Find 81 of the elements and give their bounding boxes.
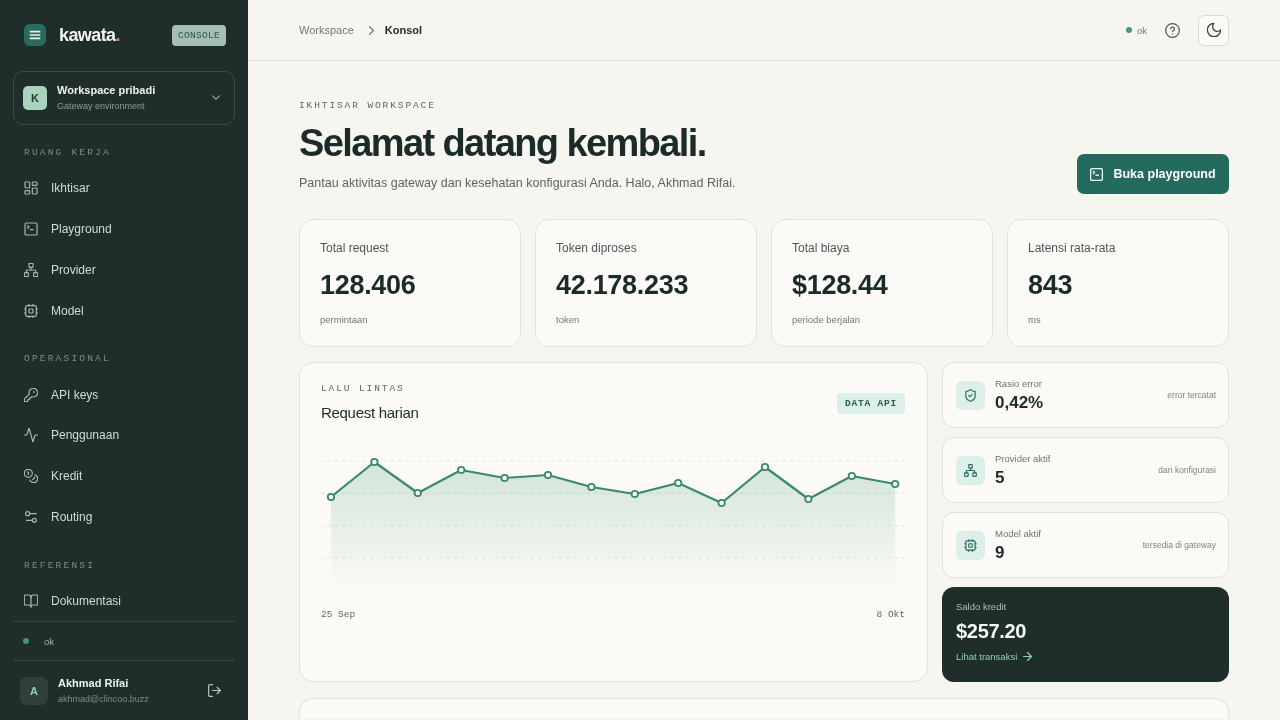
nav-item[interactable]: Model — [13, 290, 235, 332]
nav-item[interactable]: API keys — [13, 374, 235, 415]
stat-value: 128.406 — [320, 269, 416, 301]
theme-toggle-button[interactable] — [1198, 14, 1229, 46]
data-source-badge: DATA API — [837, 393, 905, 414]
nav-item[interactable]: Penggunaan — [13, 415, 235, 456]
workspace-subtitle: Gateway environment — [57, 101, 146, 112]
stat-unit: ms — [1028, 314, 1041, 325]
nav-section-label: OPERASIONAL — [23, 353, 112, 366]
user-name: Akhmad Rifai — [58, 677, 130, 690]
section-eyebrow: IKHTISAR WORKSPACE — [299, 99, 437, 113]
page-title: Selamat datang kembali. — [299, 121, 707, 165]
user-email: akhmad@clincoo.buzz — [58, 694, 149, 705]
nav-section-label: RUANG KERJA — [23, 146, 112, 159]
workspace-avatar: K — [23, 85, 47, 110]
terminal-icon — [24, 222, 38, 237]
brand-logo: kawata. — [59, 24, 120, 46]
user-avatar: A — [20, 676, 48, 705]
stat-unit: periode berjalan — [792, 314, 861, 325]
stat-label: Total request — [320, 240, 389, 256]
shield-check-icon — [956, 380, 985, 410]
page-subtitle: Pantau aktivitas gateway dan kesehatan konfigurasi Anda. Halo, Akhmad Rifai. — [299, 175, 736, 191]
nav-section-label: REFERENSI — [23, 559, 97, 572]
network-icon — [956, 455, 985, 485]
metric-note: tersedia di gateway — [1142, 540, 1216, 550]
network-icon — [24, 262, 38, 277]
status-dot-icon — [23, 638, 29, 645]
terminal-icon — [1090, 167, 1104, 181]
breadcrumb-link[interactable]: Konsol — [384, 24, 423, 36]
metric-label: Model aktif — [995, 527, 1041, 539]
arrow-right-icon — [1023, 652, 1033, 661]
nav-item[interactable]: Ikhtisar — [13, 167, 235, 209]
menu-icon[interactable] — [24, 24, 46, 46]
chip-icon — [24, 303, 38, 318]
stat-label: Latensi rata-rata — [1028, 240, 1116, 256]
stat-label: Total biaya — [792, 240, 850, 256]
coins-icon — [24, 469, 38, 484]
metric-label: Rasio error — [995, 377, 1043, 389]
stat-unit: permintaan — [320, 314, 368, 325]
axis-label: 25 Sep — [321, 609, 356, 620]
credit-label: Saldo kredit — [956, 601, 1007, 612]
help-icon[interactable] — [1165, 22, 1180, 38]
axis-label: 8 Okt — [876, 609, 905, 620]
metric-value: 0,42% — [995, 392, 1044, 413]
nav-item[interactable]: Routing — [13, 496, 235, 538]
metric-note: error tercatat — [1167, 390, 1216, 400]
stat-unit: token — [556, 314, 580, 325]
card-eyebrow: LALU LINTAS — [321, 383, 406, 395]
nav-item[interactable]: Playground — [13, 208, 235, 250]
transactions-link[interactable]: Lihat transaksi — [956, 651, 1033, 662]
status-dot-icon — [1125, 27, 1132, 33]
logout-icon[interactable] — [208, 684, 221, 698]
stat-value: 42.178.233 — [556, 269, 689, 301]
card-title: Request harian — [321, 404, 419, 421]
grid-icon — [24, 181, 38, 196]
chevron-right-icon — [368, 25, 374, 35]
chevron-down-icon — [212, 95, 220, 101]
chip-icon — [956, 530, 985, 560]
metric-note: dari konfigurasi — [1158, 465, 1216, 475]
metric-value: 5 — [995, 467, 1006, 488]
metric-label: Provider aktif — [995, 452, 1051, 464]
status-text: ok — [1136, 24, 1147, 36]
metric-value: 9 — [995, 542, 1006, 563]
workspace-switcher[interactable]: K Workspace pribadi Gateway environment — [13, 71, 235, 125]
nav-item[interactable]: Kredit — [13, 455, 235, 497]
breadcrumb-link[interactable]: Workspace — [299, 24, 354, 36]
console-badge: CONSOLE — [172, 24, 226, 46]
credit-value: $257.20 — [956, 620, 1027, 643]
nav-item[interactable]: Provider — [13, 249, 235, 291]
book-icon — [24, 593, 38, 608]
key-icon — [24, 387, 38, 402]
stat-label: Token diproses — [556, 240, 637, 256]
stat-value: $128.44 — [792, 269, 888, 301]
moon-icon — [1206, 23, 1221, 37]
stat-value: 843 — [1028, 269, 1073, 301]
workspace-name: Workspace pribadi — [57, 84, 156, 97]
status-text: ok — [44, 635, 55, 647]
sliders-icon — [24, 510, 38, 525]
pulse-icon — [24, 428, 38, 443]
nav-item[interactable]: Dokumentasi — [13, 580, 235, 622]
open-playground-button[interactable]: Buka playground — [1077, 154, 1229, 194]
